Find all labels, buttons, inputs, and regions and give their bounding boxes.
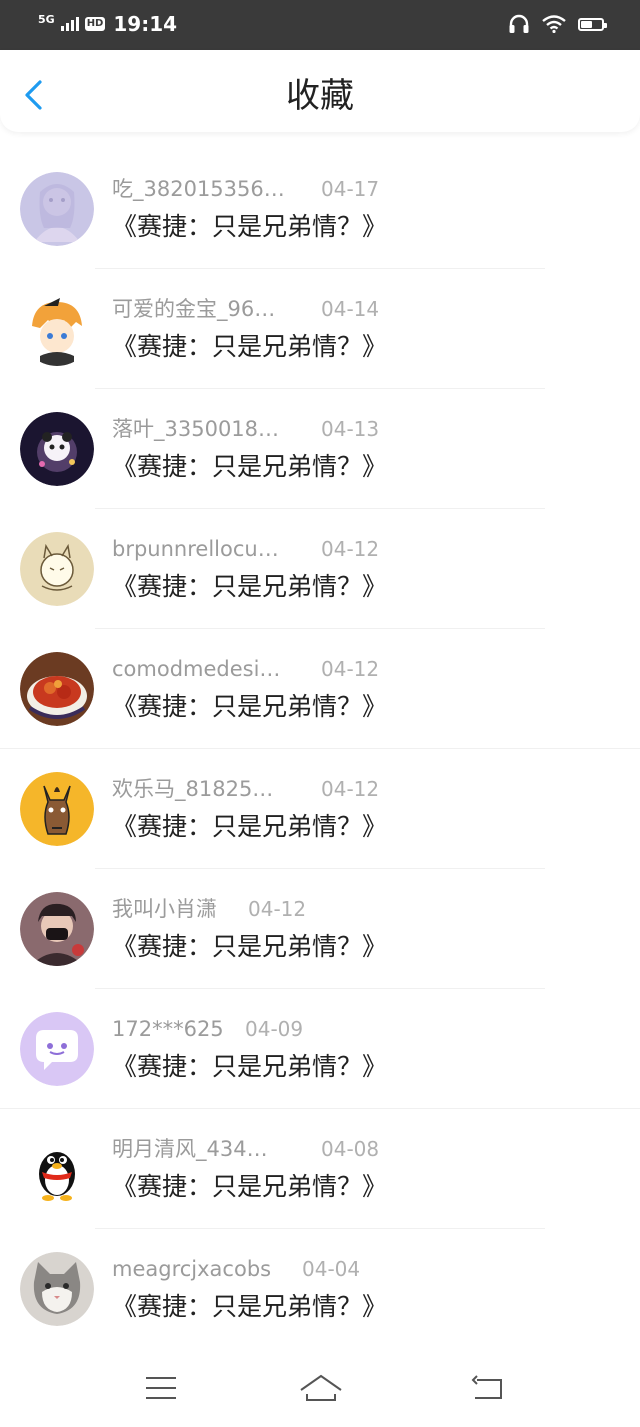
divider [95, 988, 545, 989]
list-item[interactable]: meagrcjxacobs 04-04 《赛捷：只是兄弟情？》 [0, 1228, 640, 1348]
user-name: meagrcjxacobs [112, 1257, 272, 1281]
item-title: 《赛捷：只是兄弟情？》 [112, 1172, 388, 1201]
back-nav-button[interactable] [469, 1370, 509, 1406]
user-name: 明月清风_434… [112, 1137, 268, 1161]
home-icon [300, 1374, 342, 1401]
date: 04-09 [245, 1017, 304, 1041]
item-title: 《赛捷：只是兄弟情？》 [112, 212, 388, 241]
status-bar: 5G HD 19:14 [0, 0, 640, 50]
date: 04-14 [321, 297, 380, 321]
item-title: 《赛捷：只是兄弟情？》 [112, 1052, 388, 1081]
divider [95, 268, 545, 269]
status-right [508, 14, 607, 34]
list-item[interactable]: 可爱的金宝_96… 04-14 《赛捷：只是兄弟情？》 [0, 268, 640, 388]
panda-avatar [20, 412, 94, 486]
headphones-icon [509, 14, 529, 33]
user-name: 欢乐马_81825… [112, 777, 274, 801]
user-name: comodmedesi… [112, 657, 281, 681]
date: 04-13 [321, 417, 380, 441]
list-item[interactable]: 我叫小肖潇 04-12 《赛捷：只是兄弟情？》 [0, 868, 640, 988]
menu-icon [146, 1377, 176, 1399]
user-name: 172***625 [112, 1017, 224, 1041]
anime-girl-avatar [20, 172, 94, 246]
date: 04-08 [321, 1137, 380, 1161]
home-button[interactable] [299, 1370, 343, 1406]
hd-badge: HD [84, 17, 106, 31]
user-name: 吃_382015356… [112, 177, 285, 201]
anime-boy-avatar [20, 292, 94, 366]
date: 04-12 [321, 777, 380, 801]
list-item[interactable]: 欢乐马_81825… 04-12 《赛捷：只是兄弟情？》 [0, 748, 640, 868]
divider [95, 868, 545, 869]
divider [95, 1228, 545, 1229]
divider [0, 748, 640, 749]
food-avatar [20, 652, 94, 726]
header: 收藏 [0, 50, 640, 132]
item-title: 《赛捷：只是兄弟情？》 [112, 692, 388, 721]
horse-avatar [20, 772, 94, 846]
signal-icon [60, 17, 79, 31]
battery-icon [578, 17, 607, 31]
favorites-list: 吃_382015356… 04-17 《赛捷：只是兄弟情？》 可爱的金宝_96…… [0, 148, 640, 1348]
status-left: 5G HD 19:14 [38, 13, 177, 35]
divider [0, 1108, 640, 1109]
cartoon-cat-avatar [20, 532, 94, 606]
date: 04-04 [302, 1257, 361, 1281]
list-item[interactable]: brpunnrellocu… 04-12 《赛捷：只是兄弟情？》 [0, 508, 640, 628]
date: 04-12 [248, 897, 307, 921]
user-name: brpunnrellocu… [112, 537, 279, 561]
item-title: 《赛捷：只是兄弟情？》 [112, 572, 388, 601]
divider [95, 388, 545, 389]
system-nav-bar [0, 1350, 640, 1427]
date: 04-17 [321, 177, 380, 201]
cat-photo-avatar [20, 1252, 94, 1326]
qq-penguin-avatar [20, 1132, 94, 1206]
chat-bubble-avatar [20, 1012, 94, 1086]
wifi-icon [542, 15, 566, 33]
clock: 19:14 [113, 12, 178, 36]
list-item[interactable]: 明月清风_434… 04-08 《赛捷：只是兄弟情？》 [0, 1108, 640, 1228]
item-title: 《赛捷：只是兄弟情？》 [112, 332, 388, 361]
item-title: 《赛捷：只是兄弟情？》 [112, 452, 388, 481]
divider [95, 508, 545, 509]
date: 04-12 [321, 537, 380, 561]
list-item[interactable]: 172***625 04-09 《赛捷：只是兄弟情？》 [0, 988, 640, 1108]
menu-button[interactable] [141, 1370, 181, 1406]
item-title: 《赛捷：只是兄弟情？》 [112, 812, 388, 841]
divider [95, 628, 545, 629]
network-type: 5G [38, 12, 55, 26]
list-item[interactable]: 吃_382015356… 04-17 《赛捷：只是兄弟情？》 [0, 148, 640, 268]
list-item[interactable]: comodmedesi… 04-12 《赛捷：只是兄弟情？》 [0, 628, 640, 748]
user-name: 落叶_3350018… [112, 417, 280, 441]
date: 04-12 [321, 657, 380, 681]
item-title: 《赛捷：只是兄弟情？》 [112, 1292, 388, 1321]
user-name: 可爱的金宝_96… [112, 297, 276, 321]
back-icon [471, 1375, 502, 1399]
page-title: 收藏 [286, 76, 354, 116]
user-name: 我叫小肖潇 [112, 897, 217, 921]
item-title: 《赛捷：只是兄弟情？》 [112, 932, 388, 961]
list-item[interactable]: 落叶_3350018… 04-13 《赛捷：只是兄弟情？》 [0, 388, 640, 508]
person-avatar [20, 892, 94, 966]
